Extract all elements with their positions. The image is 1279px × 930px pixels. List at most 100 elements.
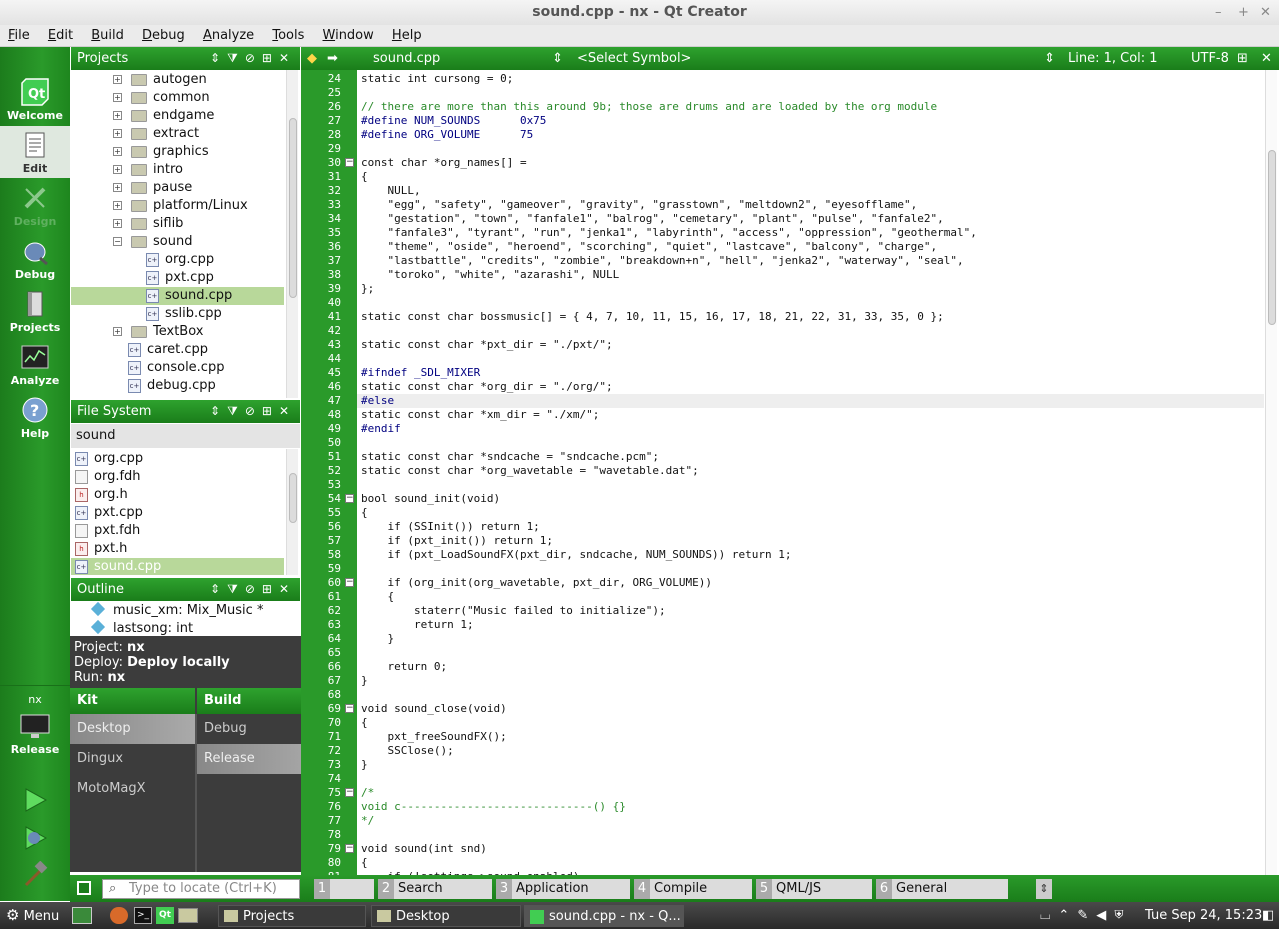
filesystem-path[interactable]: sound	[71, 424, 300, 448]
task-desktop[interactable]: Desktop	[371, 905, 521, 927]
code-line[interactable]: bool sound_init(void)	[361, 492, 500, 506]
projects-scrollbar[interactable]	[286, 70, 298, 398]
code-line[interactable]: pxt_freeSoundFX();	[361, 730, 506, 744]
close-pane-icon[interactable]: ✕	[279, 404, 296, 418]
fold-toggle-icon[interactable]: −	[345, 158, 354, 167]
chevron-up-icon[interactable]: ⌃	[1058, 908, 1077, 923]
tree-folder[interactable]: + pause	[71, 179, 284, 197]
code-line[interactable]: static const char *pxt_dir = "./pxt/";	[361, 338, 613, 352]
code-line[interactable]: */	[361, 814, 374, 828]
code-line[interactable]: NULL,	[361, 184, 420, 198]
toggle-sidebar-icon[interactable]	[77, 881, 91, 895]
fs-file[interactable]: c+ org.cpp	[71, 450, 284, 468]
expand-toggle-icon[interactable]: +	[113, 165, 122, 174]
code-line[interactable]: void c-----------------------------() {}	[361, 800, 626, 814]
menu-tools[interactable]: Tools	[266, 25, 310, 47]
output-pane-menu-icon[interactable]: ⇕	[1036, 879, 1052, 899]
file-manager-icon[interactable]	[178, 908, 198, 923]
code-line[interactable]: // there are more than this around 9b; t…	[361, 100, 937, 114]
tree-folder[interactable]: + extract	[71, 125, 284, 143]
tree-file[interactable]: c+ pxt.cpp	[71, 269, 284, 287]
dropdown-icon[interactable]: ⇕	[210, 51, 227, 65]
target-selector[interactable]: Release	[0, 711, 70, 767]
menu-build[interactable]: Build	[85, 25, 130, 47]
tree-file[interactable]: c+ caret.cpp	[71, 341, 284, 359]
fs-file[interactable]: h org.h	[71, 486, 284, 504]
code-line[interactable]: {	[361, 716, 368, 730]
split-icon[interactable]: ⊞	[1237, 47, 1248, 70]
output-tab[interactable]: 2Search Results	[378, 879, 492, 916]
dropdown-icon[interactable]: ⇕	[210, 582, 227, 596]
link-icon[interactable]: ⊘	[245, 582, 262, 596]
fold-toggle-icon[interactable]: −	[345, 788, 354, 797]
workspace-icon[interactable]: ◧	[1262, 902, 1274, 929]
open-documents-combo[interactable]: sound.cpp ⇕	[349, 47, 569, 70]
filter-icon[interactable]: ⧩	[227, 582, 245, 596]
encoding-label[interactable]: UTF-8	[1191, 47, 1229, 70]
expand-toggle-icon[interactable]: +	[113, 93, 122, 102]
tree-file[interactable]: c+ org.cpp	[71, 251, 284, 269]
tree-folder[interactable]: + intro	[71, 161, 284, 179]
editor-scrollbar[interactable]	[1265, 70, 1277, 875]
kit-item-desktop[interactable]: Desktop	[70, 714, 195, 744]
outline-pane-title[interactable]: Outline	[77, 582, 124, 597]
build-hammer-icon[interactable]	[22, 861, 48, 887]
clock[interactable]: Tue Sep 24, 15:23	[1145, 902, 1262, 929]
code-line[interactable]: return 0;	[361, 660, 447, 674]
mode-analyze[interactable]: Analyze	[0, 338, 70, 390]
code-line[interactable]: }	[361, 758, 368, 772]
symbol-combo[interactable]: <Select Symbol> ⇕	[571, 47, 1061, 70]
code-line[interactable]: }	[361, 632, 394, 646]
code-line[interactable]: #define ORG_VOLUME 75	[361, 128, 533, 142]
code-line[interactable]: {	[361, 506, 368, 520]
dropdown-icon[interactable]: ⇕	[210, 404, 227, 418]
menu-debug[interactable]: Debug	[136, 25, 191, 47]
split-icon[interactable]: ⊞	[262, 51, 279, 65]
qtcreator-launcher-icon[interactable]: Qt	[156, 907, 174, 924]
tree-folder[interactable]: + TextBox	[71, 323, 284, 341]
maximize-button[interactable]: +	[1238, 0, 1249, 25]
tree-file[interactable]: c+ debug.cpp	[71, 377, 284, 395]
code-line[interactable]: static const char *xm_dir = "./xm/";	[361, 408, 599, 422]
code-line[interactable]: #define NUM_SOUNDS 0x75	[361, 114, 546, 128]
code-line[interactable]: #endif	[361, 422, 401, 436]
code-line[interactable]: }	[361, 674, 368, 688]
code-line[interactable]: static int cursong = 0;	[361, 72, 513, 86]
mode-help[interactable]: ? Help	[0, 391, 70, 443]
code-line[interactable]: const char *org_names[] =	[361, 156, 527, 170]
code-line[interactable]: if (SSInit()) return 1;	[361, 520, 539, 534]
code-line[interactable]: if (pxt_init()) return 1;	[361, 534, 553, 548]
pen-icon[interactable]: ✎	[1077, 908, 1096, 923]
volume-icon[interactable]: ◀	[1096, 908, 1114, 923]
outline-item[interactable]: lastsong: int	[71, 619, 193, 636]
fs-file[interactable]: org.fdh	[71, 468, 284, 486]
split-icon[interactable]: ⊞	[262, 582, 279, 596]
terminal-icon[interactable]: >_	[134, 907, 152, 924]
code-line[interactable]: {	[361, 856, 368, 870]
menu-analyze[interactable]: Analyze	[197, 25, 260, 47]
code-line[interactable]: "lastbattle", "credits", "zombie", "brea…	[361, 254, 963, 268]
output-tab[interactable]: 4Compile Output	[634, 879, 752, 916]
code-line[interactable]: void sound(int snd)	[361, 842, 487, 856]
code-line[interactable]: return 1;	[361, 618, 474, 632]
code-line[interactable]: static const char *sndcache = "sndcache.…	[361, 450, 659, 464]
expand-toggle-icon[interactable]: +	[113, 201, 122, 210]
output-tab[interactable]: 6General Messages	[876, 879, 1008, 916]
expand-toggle-icon[interactable]: +	[113, 75, 122, 84]
kit-item-motomagx[interactable]: MotoMagX	[70, 774, 195, 804]
tree-folder[interactable]: + common	[71, 89, 284, 107]
code-editor[interactable]: static int cursong = 0; // there are more…	[357, 70, 1264, 875]
minimize-button[interactable]: –	[1215, 0, 1222, 25]
code-line[interactable]: if (org_init(org_wavetable, pxt_dir, ORG…	[361, 576, 712, 590]
fold-toggle-icon[interactable]: −	[345, 578, 354, 587]
output-tab[interactable]: 1Issues	[314, 879, 374, 916]
code-line[interactable]: "egg", "safety", "gameover", "gravity", …	[361, 198, 917, 212]
kit-item-dingux[interactable]: Dingux	[70, 744, 195, 774]
network-icon[interactable]: ⌴	[1040, 908, 1058, 923]
nav-back-icon[interactable]: ◆	[307, 47, 317, 70]
menu-window[interactable]: Window	[317, 25, 380, 47]
task-projects[interactable]: Projects	[218, 905, 366, 927]
projects-pane-title[interactable]: Projects	[77, 51, 128, 66]
nav-forward-icon[interactable]: ➡	[327, 47, 338, 70]
code-line[interactable]: static const char *org_dir = "./org/";	[361, 380, 613, 394]
